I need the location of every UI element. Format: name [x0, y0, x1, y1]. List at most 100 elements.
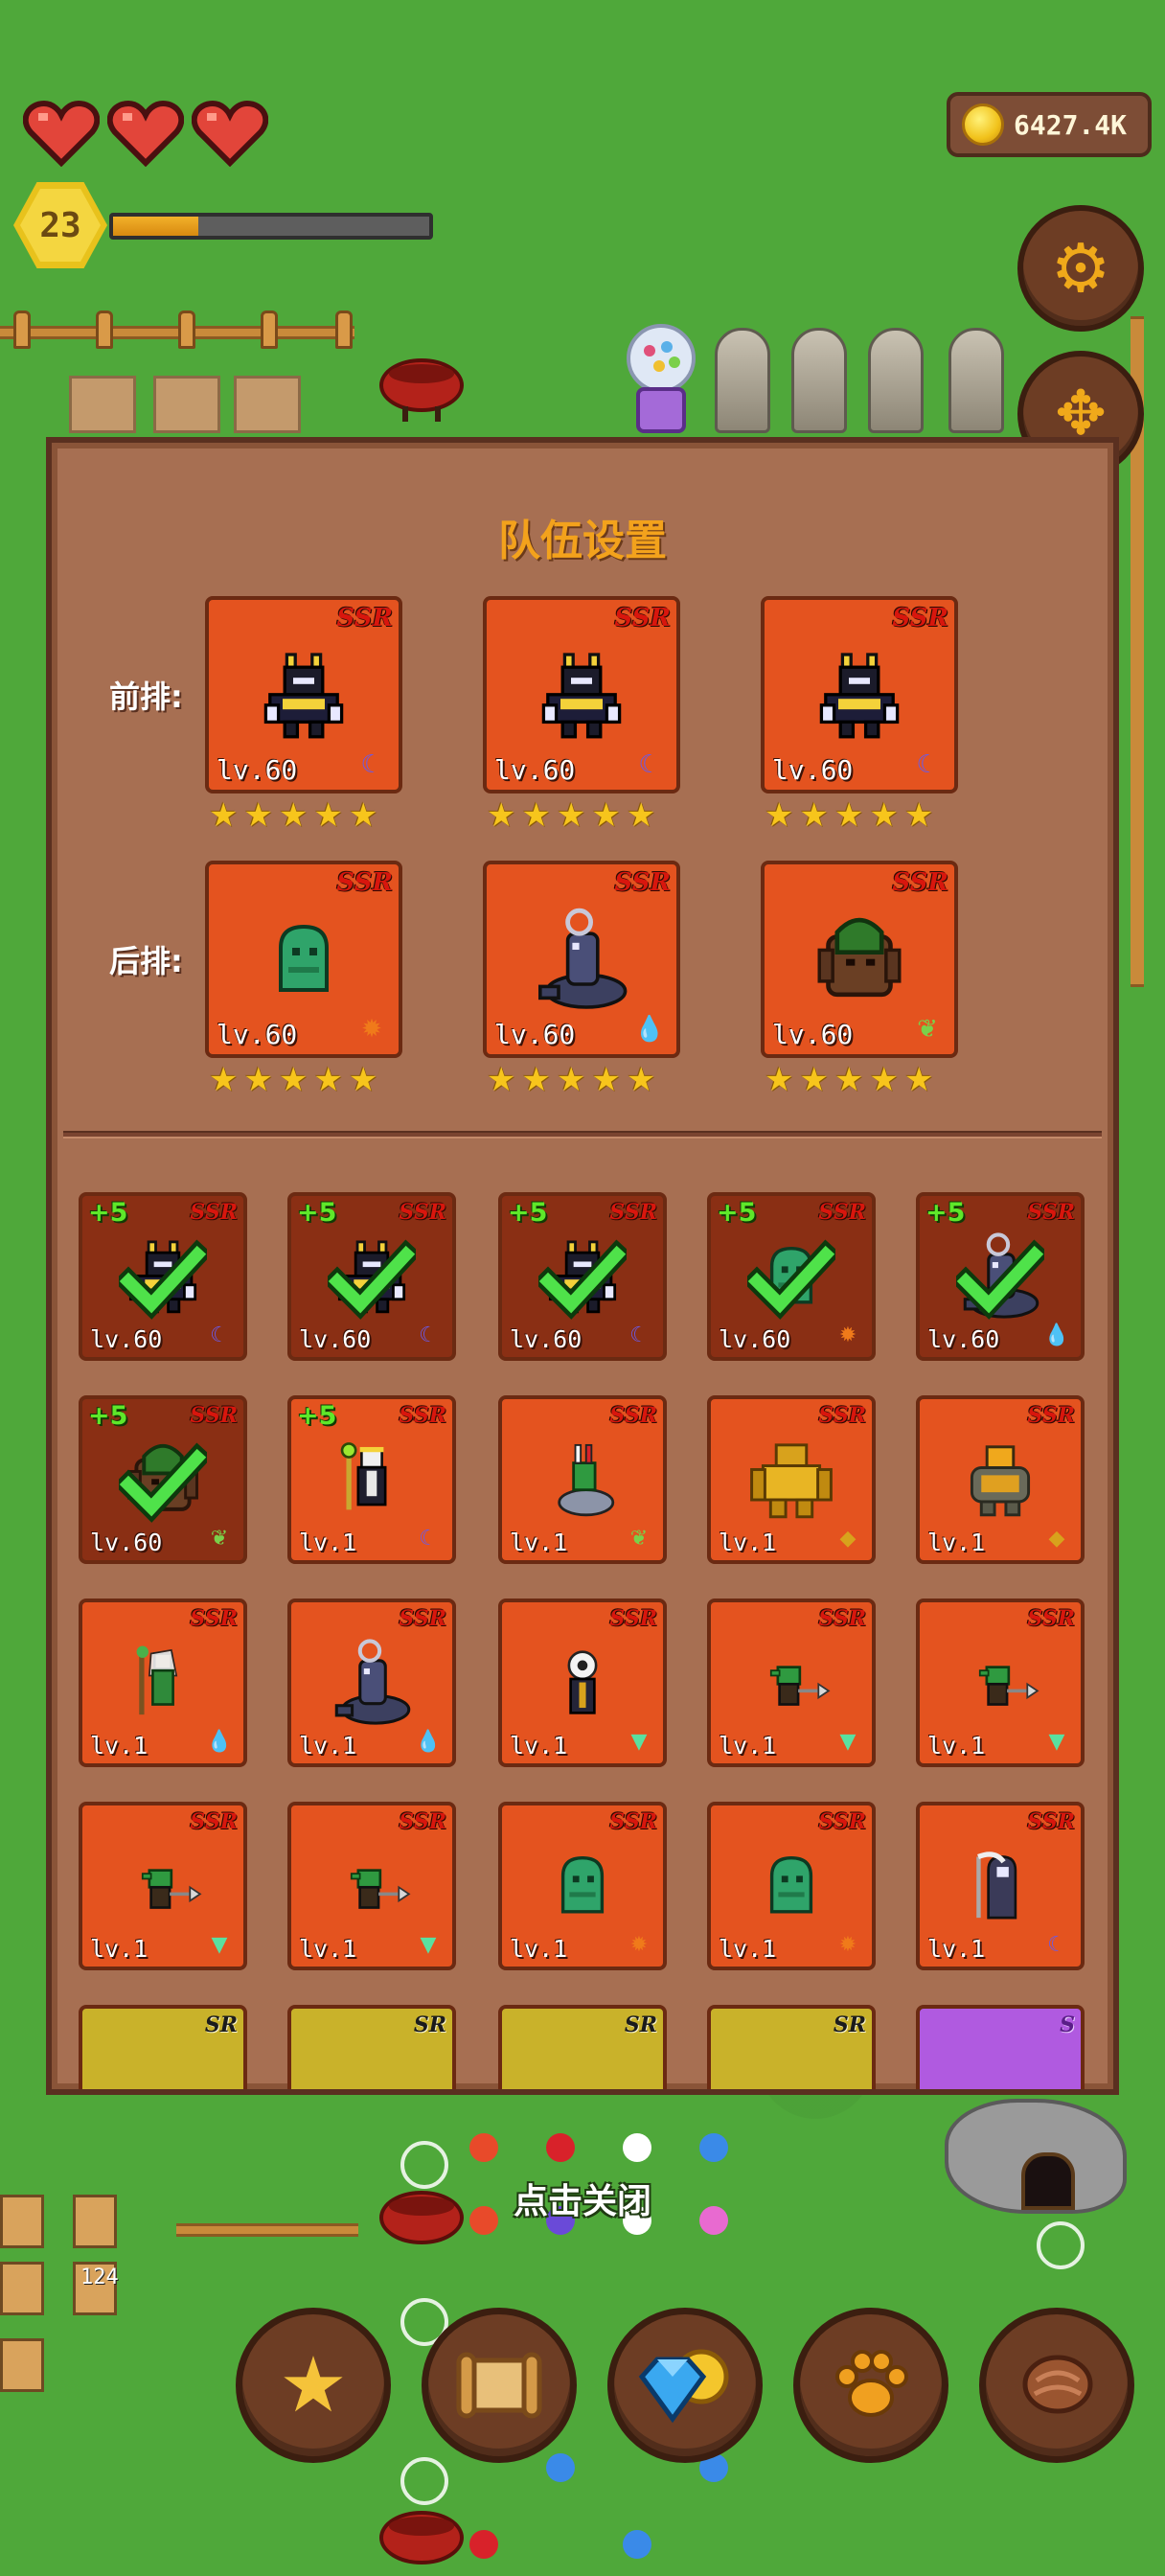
rarity-badge: SSR: [609, 1606, 657, 1631]
star-icon: ★: [765, 796, 794, 835]
roster-card[interactable]: S: [916, 2005, 1085, 2089]
nav-star-button[interactable]: ★: [236, 2308, 391, 2463]
roster-card[interactable]: SR: [79, 2005, 247, 2089]
star-icon: ★: [348, 796, 378, 835]
unit-level: lv.60: [772, 1019, 854, 1050]
roster-card[interactable]: SSR lv.1 ▼: [916, 1598, 1085, 1767]
unit-level: lv.60: [90, 1325, 163, 1353]
star-icon: ★: [521, 796, 551, 835]
front-slot-2[interactable]: SSR lv.60 ☾: [483, 596, 680, 794]
farm-plot: [234, 376, 301, 433]
close-hint[interactable]: 点击关闭: [0, 2174, 1165, 2223]
roster-card[interactable]: SSR lv.1 ✹: [707, 1802, 876, 1970]
roster-card[interactable]: SSR lv.1 ❦: [498, 1395, 667, 1564]
selected-check-icon: [533, 1235, 632, 1323]
fence-post: [335, 310, 353, 349]
reaper-sprite: [958, 1845, 1042, 1933]
nav-pets-button[interactable]: [793, 2308, 948, 2463]
roster-card[interactable]: SSR +5 lv.60 ☾: [498, 1192, 667, 1361]
heart-icon: [106, 100, 185, 168]
star-rating: ★ ★ ★ ★ ★: [209, 1064, 377, 1096]
sun-icon: ✹: [838, 1932, 857, 1957]
nav-food-button[interactable]: [979, 2308, 1134, 2463]
roster-card[interactable]: SSR lv.1 ◆: [916, 1395, 1085, 1564]
paw-icon: [835, 2350, 908, 2417]
rarity-badge: SSR: [399, 1200, 446, 1225]
roster-card[interactable]: SSR lv.1 ▼: [79, 1802, 247, 1970]
star-icon: ★: [765, 1061, 794, 1099]
coin-counter[interactable]: 6427.4K: [947, 92, 1152, 157]
unit-level: lv.1: [927, 1732, 986, 1760]
rarity-badge: SSR: [190, 1606, 238, 1631]
xp-bar: [109, 213, 433, 240]
selected-check-icon: [322, 1235, 422, 1323]
statue: [948, 328, 1004, 433]
roster-card[interactable]: SSR lv.1 💧: [79, 1598, 247, 1767]
roster-card[interactable]: SSR +5 lv.60 ✹: [707, 1192, 876, 1361]
water-drop-icon: 💧: [415, 1729, 442, 1754]
star-icon: ★: [834, 1061, 864, 1099]
star-icon: ★: [834, 796, 864, 835]
unit-level: lv.1: [90, 1935, 148, 1963]
goblin-sprite: [330, 1845, 414, 1933]
scroll-icon: [456, 2352, 542, 2419]
roster-card[interactable]: SSR lv.1 ▼: [498, 1598, 667, 1767]
roster-card[interactable]: SSR lv.1 ▼: [287, 1802, 456, 1970]
wind-icon: ▼: [211, 1932, 228, 1957]
star-icon: ★: [278, 796, 308, 835]
roster-card[interactable]: SR: [287, 2005, 456, 2089]
flower: [623, 2530, 651, 2559]
green-slime-sprite: [542, 1847, 624, 1931]
front-slot-1[interactable]: SSR lv.60 ☾: [205, 596, 402, 794]
coin-amount: 6427.4K: [1014, 108, 1128, 141]
health-hearts: [22, 100, 269, 168]
rarity-badge: SR: [413, 2012, 446, 2037]
back-slot-1[interactable]: SSR lv.60 ✹: [205, 861, 402, 1058]
selected-check-icon: [113, 1438, 213, 1527]
leaf-icon: ❦: [629, 1526, 649, 1551]
roster-card[interactable]: SSR lv.1 ✹: [498, 1802, 667, 1970]
star-icon: ★: [556, 1061, 586, 1099]
upgrade-badge: +5: [925, 1198, 966, 1228]
bottom-nav: ★: [0, 2308, 1165, 2471]
star-icon: ★: [869, 1061, 899, 1099]
roster-card[interactable]: SR: [707, 2005, 876, 2089]
roster-card[interactable]: SSR +5 lv.60 ❦: [79, 1395, 247, 1564]
roster-card[interactable]: SSR lv.1 ☾: [916, 1802, 1085, 1970]
front-slot-3[interactable]: SSR lv.60 ☾: [761, 596, 958, 794]
green-slime-sprite: [751, 1847, 833, 1931]
rarity-badge: SSR: [190, 1403, 238, 1428]
nav-shop-button[interactable]: [607, 2308, 763, 2463]
wind-icon: ▼: [630, 1729, 648, 1754]
unknown-sprite: [130, 2058, 195, 2089]
sun-icon: ✹: [629, 1932, 649, 1957]
star-icon: ★: [348, 1061, 378, 1099]
unknown-sprite: [968, 2058, 1033, 2089]
earth-icon: ◆: [839, 1526, 857, 1551]
heart-icon: [191, 100, 269, 168]
roster-card[interactable]: SSR lv.1 ◆: [707, 1395, 876, 1564]
nav-map-button[interactable]: [422, 2308, 577, 2463]
back-slot-2[interactable]: SSR lv.60 💧: [483, 861, 680, 1058]
roster-card[interactable]: SSR +5 lv.60 💧: [916, 1192, 1085, 1361]
unit-level: lv.60: [299, 1325, 372, 1353]
settings-button[interactable]: ⚙: [1017, 205, 1144, 332]
level-number: 23: [20, 189, 101, 262]
leaf-icon: ❦: [917, 1015, 938, 1044]
cooking-pot: [379, 2511, 464, 2564]
star-icon: ★: [591, 1061, 621, 1099]
unit-level: lv.60: [772, 754, 854, 786]
unit-level: lv.60: [494, 1019, 576, 1050]
panel-title: 队伍设置: [498, 517, 667, 565]
roster-card[interactable]: SSR lv.1 💧: [287, 1598, 456, 1767]
stone-golem-sprite: [953, 1434, 1048, 1531]
back-slot-3[interactable]: SSR lv.60 ❦: [761, 861, 958, 1058]
roster-card[interactable]: SSR lv.1 ▼: [707, 1598, 876, 1767]
roster-card[interactable]: SR: [498, 2005, 667, 2089]
star-icon: ★: [313, 1061, 343, 1099]
unit-level: lv.60: [927, 1325, 1000, 1353]
fence: [176, 2223, 358, 2237]
roster-card[interactable]: SSR +5 lv.60 ☾: [287, 1192, 456, 1361]
roster-card[interactable]: SSR +5 lv.60 ☾: [79, 1192, 247, 1361]
roster-card[interactable]: SSR +5 lv.1 ☾: [287, 1395, 456, 1564]
